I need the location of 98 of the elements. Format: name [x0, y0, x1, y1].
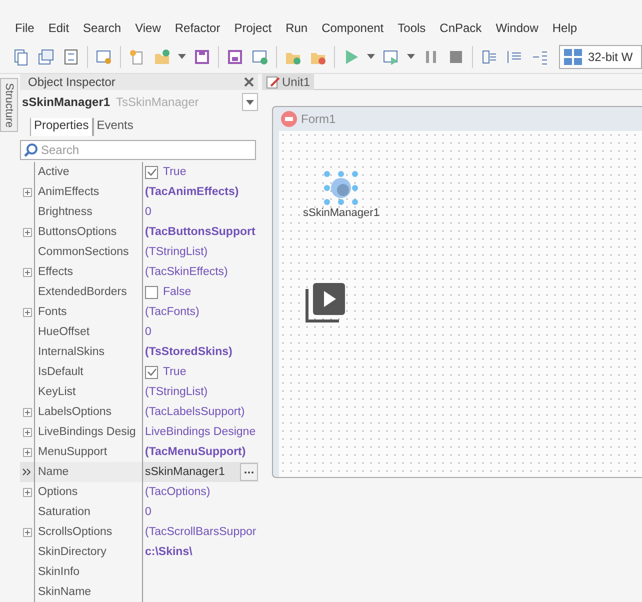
- window-icon[interactable]: [251, 48, 269, 66]
- caret-icon: [246, 100, 254, 104]
- search-icon: [24, 143, 38, 157]
- structure-tab[interactable]: Structure: [0, 78, 18, 132]
- property-value: (TacAnimEffects): [145, 186, 239, 198]
- editor-tab[interactable]: Unit1: [262, 74, 314, 90]
- menu-item[interactable]: Refactor: [168, 21, 228, 35]
- menu-item[interactable]: Edit: [41, 21, 76, 35]
- expand-icon[interactable]: [22, 448, 32, 456]
- play-icon[interactable]: [305, 281, 347, 323]
- property-name[interactable]: Options: [34, 482, 142, 502]
- component-icon[interactable]: [95, 48, 113, 66]
- property-value: (TacMenuSupport): [145, 446, 246, 458]
- property-value-field[interactable]: sSkinManager1: [145, 466, 235, 478]
- menu-item[interactable]: CnPack: [432, 21, 489, 35]
- property-value: (TacFonts): [145, 306, 200, 318]
- caret-icon[interactable]: [178, 54, 186, 60]
- caret-icon[interactable]: [407, 54, 415, 60]
- property-value: (TStringList): [145, 386, 208, 398]
- grid-icon: [564, 48, 582, 64]
- form-title: Form1: [301, 112, 336, 126]
- panel-title: Object Inspector: [28, 75, 116, 89]
- dots-icon: [244, 470, 254, 474]
- menu-item[interactable]: View: [128, 21, 168, 35]
- expand-icon[interactable]: [22, 188, 32, 196]
- property-value: 0: [145, 206, 152, 218]
- property-name[interactable]: Effects: [34, 262, 142, 282]
- component-label: sSkinManager1: [303, 207, 380, 219]
- step-over-icon[interactable]: [480, 48, 498, 66]
- ellipsis-button[interactable]: [240, 463, 258, 481]
- property-value: (TacScrollBarsSuppor: [145, 526, 256, 538]
- menu-item[interactable]: Tools: [390, 21, 433, 35]
- property-value: (TacOptions): [145, 486, 210, 498]
- property-name[interactable]: Fonts: [34, 302, 142, 322]
- property-name[interactable]: SkinInfo: [34, 562, 142, 582]
- property-name[interactable]: LabelsOptions: [34, 402, 142, 422]
- save-icon[interactable]: [193, 48, 211, 66]
- save-all-icon[interactable]: [226, 48, 244, 66]
- expand-icon[interactable]: [22, 228, 32, 236]
- property-value: False: [163, 286, 192, 298]
- menu-item[interactable]: Component: [314, 21, 391, 35]
- open-folder-icon[interactable]: [153, 48, 171, 66]
- property-name[interactable]: LiveBindings Desig: [34, 422, 142, 442]
- platform-dropdown[interactable]: 32-bit W: [559, 44, 642, 68]
- checkbox[interactable]: [145, 166, 158, 178]
- component-type: TsSkinManager: [116, 95, 200, 109]
- property-name[interactable]: ButtonsOptions: [34, 222, 142, 242]
- property-name[interactable]: CommonSections: [34, 242, 142, 262]
- run-without-debug-icon[interactable]: [382, 48, 400, 66]
- property-name[interactable]: Name: [34, 462, 142, 482]
- checkbox[interactable]: [145, 286, 158, 298]
- property-name[interactable]: SkinDirectory: [34, 542, 142, 562]
- component-dropdown[interactable]: [242, 93, 258, 111]
- property-value: (TStringList): [145, 246, 208, 258]
- property-value: (TacSkinEffects): [145, 266, 228, 278]
- component-name: sSkinManager1: [22, 95, 110, 109]
- form-logo-icon: [281, 111, 297, 127]
- property-name[interactable]: SkinName: [34, 582, 142, 602]
- property-name[interactable]: Active: [34, 162, 142, 182]
- property-name[interactable]: IsDefault: [34, 362, 142, 382]
- property-value: (TacButtonsSupport: [145, 226, 256, 238]
- menu-item[interactable]: Run: [278, 21, 315, 35]
- menu-item[interactable]: Help: [545, 21, 584, 35]
- checkbox[interactable]: [145, 366, 158, 378]
- property-name[interactable]: HueOffset: [34, 322, 142, 342]
- property-value: (TacLabelsSupport): [145, 406, 245, 418]
- close-icon[interactable]: [244, 77, 254, 87]
- menu-item[interactable]: Window: [488, 21, 546, 35]
- property-value: True: [163, 166, 186, 178]
- inspector-tab[interactable]: Properties: [30, 118, 93, 136]
- menu-item[interactable]: Search: [76, 21, 128, 35]
- property-name[interactable]: ExtendedBorders: [34, 282, 142, 302]
- menu-item[interactable]: File: [8, 21, 42, 35]
- property-name[interactable]: Saturation: [34, 502, 142, 522]
- property-value: LiveBindings Designe: [145, 426, 256, 438]
- property-name[interactable]: AnimEffects: [34, 182, 142, 202]
- inspector-tab[interactable]: Events: [92, 118, 136, 136]
- search-field[interactable]: Search: [20, 140, 256, 160]
- property-value: (TsStoredSkins): [145, 346, 232, 358]
- property-name[interactable]: KeyList: [34, 382, 142, 402]
- expand-icon[interactable]: [22, 268, 32, 276]
- property-name[interactable]: InternalSkins: [34, 342, 142, 362]
- menu-item[interactable]: Project: [227, 21, 279, 35]
- property-name[interactable]: ScrollsOptions: [34, 522, 142, 542]
- property-name[interactable]: Brightness: [34, 202, 142, 222]
- property-value: 0: [145, 326, 152, 338]
- expand-icon[interactable]: [22, 408, 32, 416]
- property-value: 0: [145, 506, 152, 518]
- unit-file-icon: [266, 74, 280, 88]
- windows-icon[interactable]: [37, 48, 55, 66]
- expand-icon[interactable]: [22, 488, 32, 496]
- caret-icon[interactable]: [367, 54, 375, 60]
- expand-icon[interactable]: [22, 528, 32, 536]
- property-value: True: [163, 366, 186, 378]
- property-value: c:\Skins\: [145, 546, 192, 558]
- expand-icon[interactable]: [22, 308, 32, 316]
- expand-icon[interactable]: [22, 428, 32, 436]
- new-file-icon[interactable]: [12, 48, 30, 66]
